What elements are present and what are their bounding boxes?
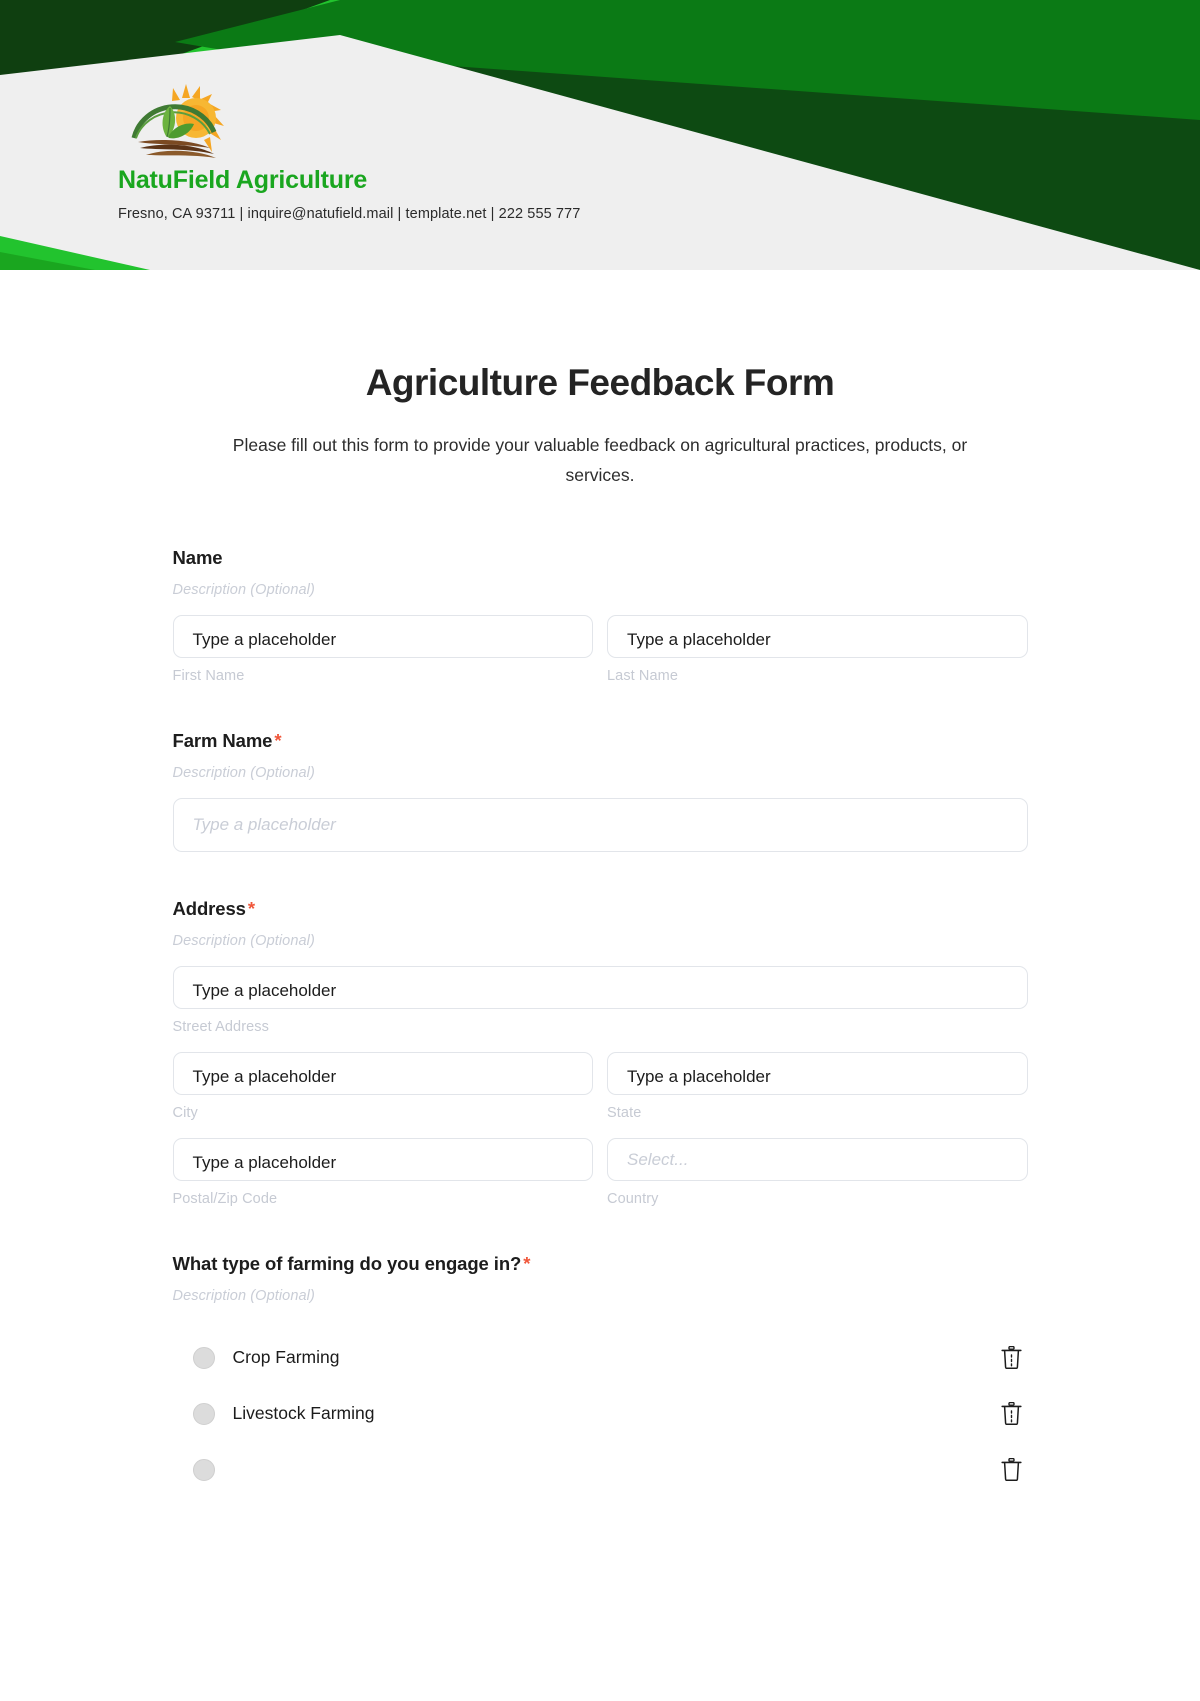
field-farm-name-description: Description (Optional) xyxy=(172,764,315,781)
page-root: NatuField Agriculture Fresno, CA 93711 |… xyxy=(0,0,1200,1701)
radio-button-icon[interactable] xyxy=(192,1346,215,1369)
field-name-description: Description (Optional) xyxy=(172,581,315,598)
postal-code-sublabel: Postal/Zip Code xyxy=(172,1190,278,1207)
option-label: Livestock Farming xyxy=(232,1403,375,1424)
field-farm-name-label: Farm Name * xyxy=(173,730,1028,752)
farm-name-placeholder: Type a placeholder xyxy=(192,815,336,835)
brand-contact-line: Fresno, CA 93711 | inquire@natufield.mai… xyxy=(118,206,581,222)
postal-code-input[interactable]: Type a placeholder xyxy=(172,1137,593,1181)
field-address-label-text: Address xyxy=(172,897,246,919)
street-address-col: Type a placeholder Street Address xyxy=(172,965,1028,1035)
city-input[interactable]: Type a placeholder xyxy=(172,1051,593,1095)
form-subtitle: Please fill out this form to provide you… xyxy=(232,435,968,486)
field-farm-name-label-text: Farm Name xyxy=(172,729,273,751)
country-sublabel: Country xyxy=(607,1190,659,1207)
field-name-label: Name xyxy=(173,547,1028,569)
street-address-row: Type a placeholder Street Address xyxy=(172,965,1028,1035)
street-address-input[interactable]: Type a placeholder xyxy=(172,965,1028,1009)
sunrise-field-leaves-logo-icon xyxy=(131,84,224,158)
country-select[interactable]: Select... xyxy=(607,1137,1028,1181)
state-sublabel: State xyxy=(607,1104,642,1121)
page-title: Agriculture Feedback Form xyxy=(365,362,835,403)
city-sublabel: City xyxy=(172,1104,198,1121)
field-address-label: Address * xyxy=(173,898,1028,920)
field-farm-name: Farm Name * Description (Optional) Type a… xyxy=(172,730,1028,852)
city-placeholder: Type a placeholder xyxy=(192,1066,337,1086)
field-name-label-text: Name xyxy=(172,546,223,568)
trash-icon[interactable] xyxy=(1000,1458,1022,1482)
street-address-placeholder: Type a placeholder xyxy=(192,980,337,1000)
first-name-placeholder: Type a placeholder xyxy=(192,629,337,649)
state-col: Type a placeholder State xyxy=(607,1051,1028,1121)
field-farming-type-label-text: What type of farming do you engage in? xyxy=(172,1252,522,1274)
radio-button-icon[interactable] xyxy=(192,1458,215,1481)
last-name-input[interactable]: Type a placeholder xyxy=(607,614,1028,658)
field-farm-name-row: Type a placeholder xyxy=(172,797,1028,852)
street-address-sublabel: Street Address xyxy=(172,1018,270,1035)
brand-block: NatuField Agriculture Fresno, CA 93711 |… xyxy=(118,82,818,242)
city-state-row: Type a placeholder City Type a placehold… xyxy=(172,1051,1028,1121)
field-farming-type: What type of farming do you engage in? * … xyxy=(173,1253,1028,1498)
option-livestock-farming[interactable]: Livestock Farming xyxy=(173,1386,1028,1442)
first-name-input[interactable]: Type a placeholder xyxy=(172,614,593,658)
field-address-description: Description (Optional) xyxy=(172,932,315,949)
farm-name-col: Type a placeholder xyxy=(172,797,1028,852)
page-header: NatuField Agriculture Fresno, CA 93711 |… xyxy=(0,0,1200,270)
option-label: Crop Farming xyxy=(232,1347,340,1368)
city-col: Type a placeholder City xyxy=(172,1051,593,1121)
postal-code-placeholder: Type a placeholder xyxy=(192,1152,337,1172)
radio-button-icon[interactable] xyxy=(192,1402,215,1425)
option-crop-farming[interactable]: Crop Farming xyxy=(173,1330,1028,1386)
last-name-col: Type a placeholder Last Name xyxy=(607,614,1028,684)
option-third-partial[interactable] xyxy=(173,1442,1028,1498)
country-col: Select... Country xyxy=(607,1137,1028,1207)
required-asterisk: * xyxy=(247,897,255,919)
form-body: Agriculture Feedback Form Please fill ou… xyxy=(0,270,1200,1498)
first-name-col: Type a placeholder First Name xyxy=(172,614,593,684)
brand-name: NatuField Agriculture xyxy=(118,166,368,194)
field-name-row: Type a placeholder First Name Type a pla… xyxy=(172,614,1028,684)
first-name-sublabel: First Name xyxy=(172,667,245,684)
state-placeholder: Type a placeholder xyxy=(627,1066,771,1086)
field-farming-type-description: Description (Optional) xyxy=(172,1287,315,1304)
postal-code-col: Type a placeholder Postal/Zip Code xyxy=(172,1137,593,1207)
field-address: Address * Description (Optional) Type a p… xyxy=(172,898,1028,1207)
trash-icon[interactable] xyxy=(1000,1346,1022,1370)
farming-type-options: Crop Farming Livestock Farming xyxy=(173,1330,1028,1498)
required-asterisk: * xyxy=(523,1252,531,1274)
postal-country-row: Type a placeholder Postal/Zip Code Selec… xyxy=(172,1137,1028,1207)
required-asterisk: * xyxy=(274,729,282,751)
last-name-placeholder: Type a placeholder xyxy=(627,629,771,649)
field-name: Name Description (Optional) Type a place… xyxy=(172,547,1028,684)
state-input[interactable]: Type a placeholder xyxy=(607,1051,1028,1095)
last-name-sublabel: Last Name xyxy=(607,667,679,684)
farm-name-input[interactable]: Type a placeholder xyxy=(172,797,1028,852)
form-container: Agriculture Feedback Form Please fill ou… xyxy=(172,362,1028,1498)
trash-icon[interactable] xyxy=(1000,1402,1022,1426)
field-farming-type-label: What type of farming do you engage in? * xyxy=(173,1253,1028,1275)
country-select-placeholder: Select... xyxy=(627,1149,689,1169)
